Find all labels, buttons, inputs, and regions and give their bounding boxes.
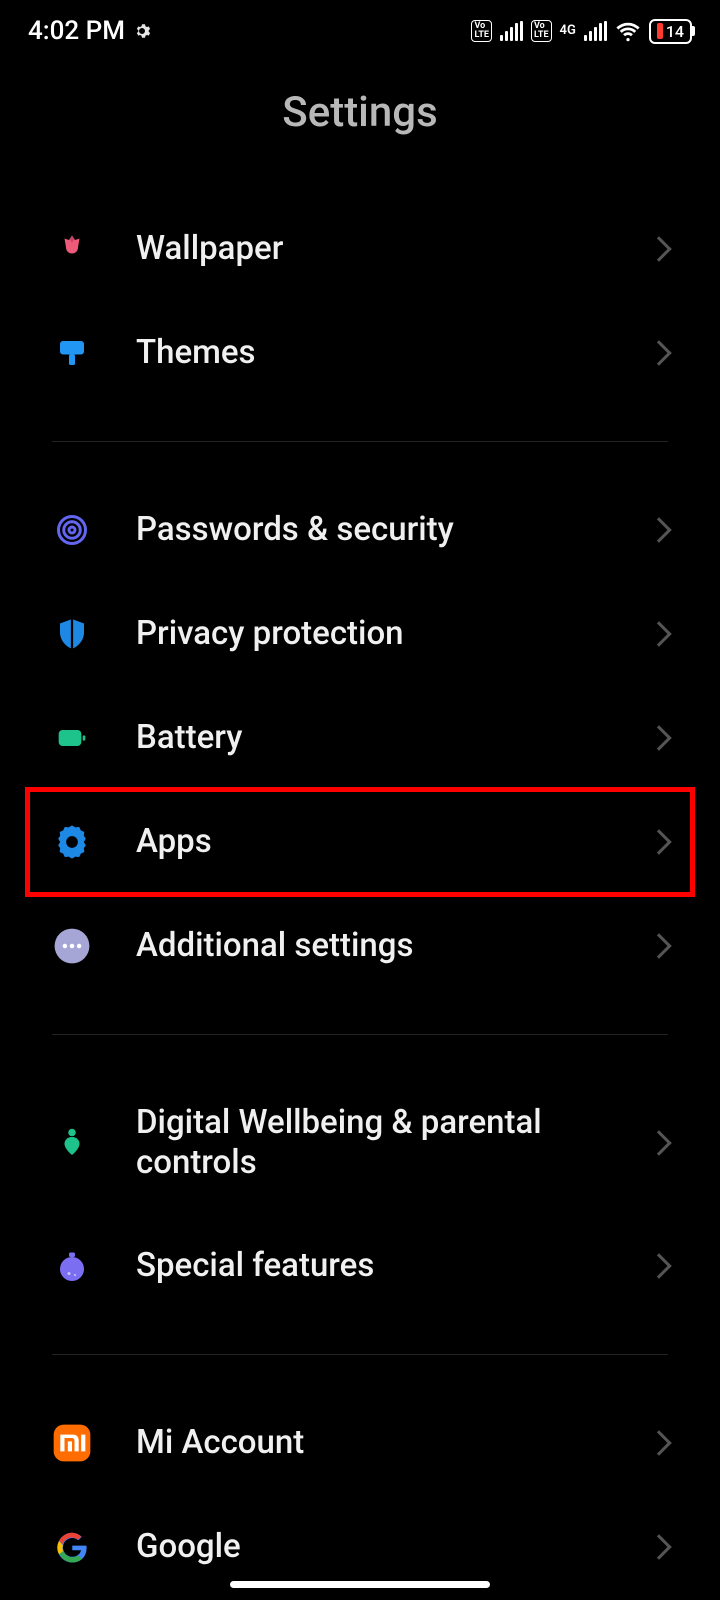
volte-icon-2: VoLTE (531, 20, 552, 42)
settings-item-label: Battery (136, 718, 606, 758)
group-divider (52, 441, 668, 442)
paintbrush-icon (52, 333, 92, 373)
status-left: 4:02 PM (28, 16, 151, 46)
person-heart-icon (52, 1123, 92, 1163)
settings-item-wellbeing[interactable]: Digital Wellbeing & parental controls (52, 1071, 668, 1214)
chevron-right-icon (646, 340, 671, 365)
chevron-right-icon (646, 517, 671, 542)
settings-item-battery[interactable]: Battery (52, 686, 668, 790)
settings-item-label: Wallpaper (136, 229, 606, 269)
chevron-right-icon (646, 1130, 671, 1155)
chevron-right-icon (646, 1253, 671, 1278)
flask-icon (52, 1246, 92, 1286)
settings-group-accounts: Mi Account Google (0, 1391, 720, 1567)
tulip-icon (52, 229, 92, 269)
settings-item-label: Special features (136, 1246, 606, 1286)
status-bar: 4:02 PM VoLTE VoLTE 4G 14 (0, 0, 720, 62)
wifi-icon (615, 18, 641, 44)
status-right: VoLTE VoLTE 4G 14 (471, 18, 692, 44)
group-divider (52, 1034, 668, 1035)
settings-item-label: Privacy protection (136, 614, 606, 654)
settings-item-mi-account[interactable]: Mi Account (52, 1391, 668, 1495)
status-time: 4:02 PM (28, 16, 125, 46)
settings-group-appearance: Wallpaper Themes (0, 197, 720, 405)
settings-item-wallpaper[interactable]: Wallpaper (52, 197, 668, 301)
settings-item-label: Themes (136, 333, 606, 373)
page-title: Settings (0, 62, 720, 197)
chevron-right-icon (646, 725, 671, 750)
settings-item-additional[interactable]: Additional settings (52, 894, 668, 998)
dots-circle-icon (52, 926, 92, 966)
settings-item-passwords[interactable]: Passwords & security (52, 478, 668, 582)
battery-icon (52, 718, 92, 758)
settings-item-label: Apps (136, 822, 606, 862)
settings-item-themes[interactable]: Themes (52, 301, 668, 405)
settings-item-apps[interactable]: Apps (28, 790, 692, 894)
fingerprint-icon (52, 510, 92, 550)
signal-icon-2 (584, 21, 607, 41)
chevron-right-icon (646, 933, 671, 958)
g-logo-icon (52, 1527, 92, 1567)
settings-group-wellbeing: Digital Wellbeing & parental controls Sp… (0, 1071, 720, 1318)
settings-item-special[interactable]: Special features (52, 1214, 668, 1318)
gear-badge-icon (52, 822, 92, 862)
settings-item-google[interactable]: Google (52, 1495, 668, 1567)
chevron-right-icon (646, 829, 671, 854)
settings-item-label: Mi Account (136, 1423, 606, 1463)
chevron-right-icon (646, 236, 671, 261)
settings-item-label: Google (136, 1527, 606, 1567)
mi-logo-icon (52, 1423, 92, 1463)
shield-icon (52, 614, 92, 654)
home-indicator[interactable] (230, 1581, 490, 1588)
settings-item-privacy[interactable]: Privacy protection (52, 582, 668, 686)
chevron-right-icon (646, 1430, 671, 1455)
settings-group-security: Passwords & security Privacy protection … (0, 478, 720, 998)
settings-item-label: Passwords & security (136, 510, 606, 550)
settings-item-label: Digital Wellbeing & parental controls (136, 1103, 606, 1182)
battery-indicator-icon: 14 (649, 19, 692, 44)
chevron-right-icon (646, 621, 671, 646)
volte-icon-1: VoLTE (471, 20, 492, 42)
group-divider (52, 1354, 668, 1355)
settings-item-label: Additional settings (136, 926, 606, 966)
network-type-label: 4G (560, 25, 576, 36)
signal-icon-1 (500, 21, 523, 41)
settings-indicator-icon (133, 22, 151, 40)
chevron-right-icon (646, 1534, 671, 1559)
